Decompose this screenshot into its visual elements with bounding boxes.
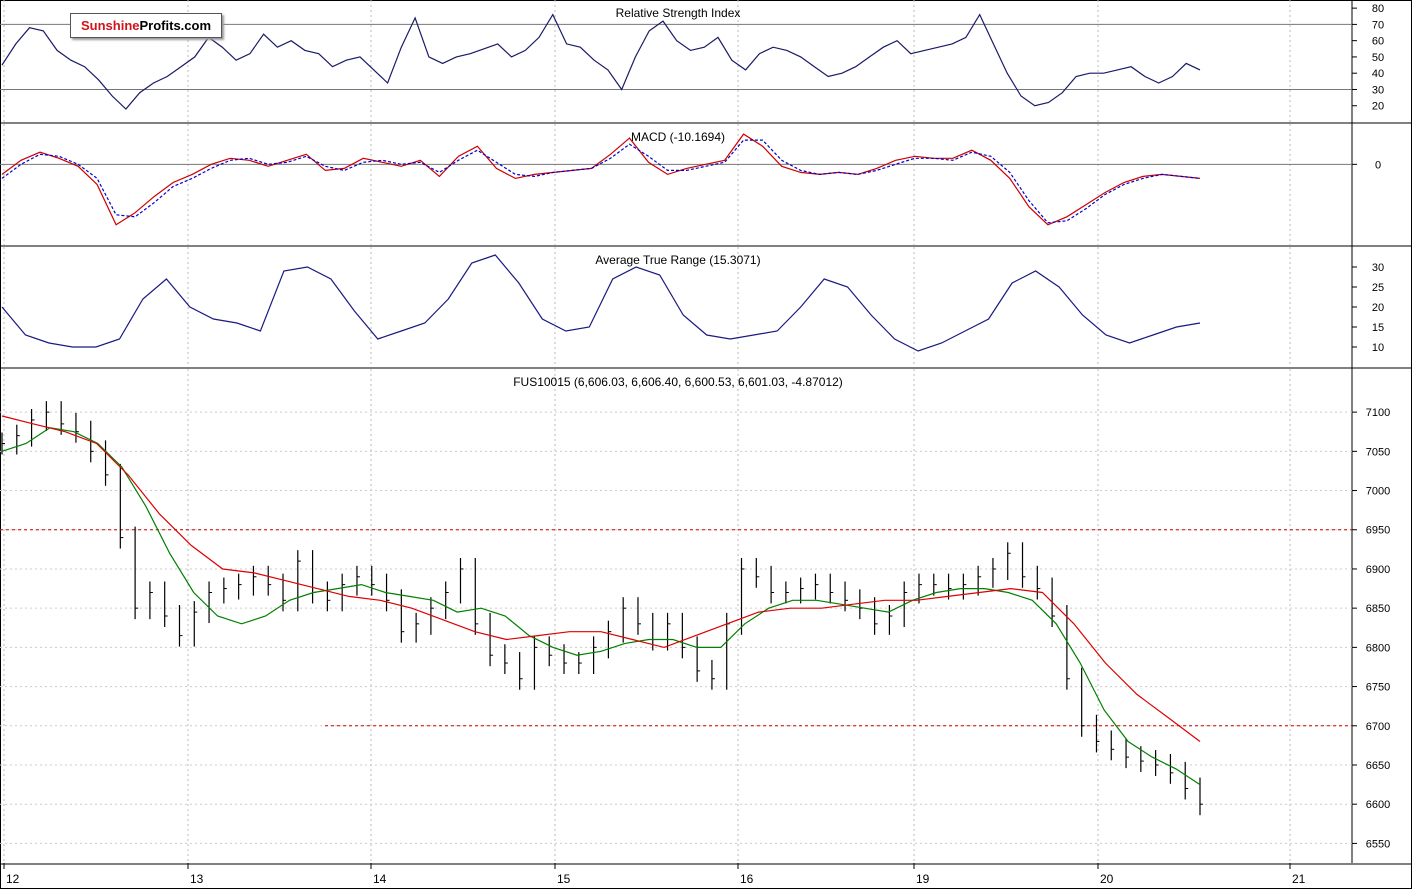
y-tick-label: 30 [1372,262,1384,274]
sma_long-line [1,415,1201,742]
sma_short-line [1,427,1201,786]
y-tick-label: 25 [1372,282,1384,294]
x-tick-label: 14 [373,872,387,886]
y-tick-label: 7050 [1366,446,1390,458]
x-tick-label: 15 [557,872,571,886]
y-tick-label: 6700 [1366,721,1390,733]
logo-text-sunshine: Sunshine [80,18,140,33]
y-tick-label: 70 [1372,19,1384,31]
panel-title: MACD (-10.1694) [631,130,725,144]
y-tick-label: 60 [1372,36,1384,48]
y-tick-label: 6550 [1366,838,1390,850]
y-tick-label: 6900 [1366,564,1390,576]
series-line-0 [1,254,1201,352]
chart: 80 70 60 50 40 30 20 Relative Strength Index 0 MA… [0,0,1412,889]
panel-title: Average True Range (15.3071) [595,253,760,267]
x-tick-label: 19 [916,872,930,886]
y-tick-label: 7000 [1366,486,1390,498]
x-tick-label: 16 [740,872,754,886]
series-line-0 [1,133,1201,226]
y-tick-label: 40 [1372,68,1384,80]
panel-3: 7100 7050 7000 6950 6900 6850 6800 6750 6700 6650… [0,369,1412,886]
y-tick-label: 80 [1372,3,1384,15]
y-tick-label: 30 [1372,84,1384,96]
panel-title: FUS10015 (6,606.03, 6,606.40, 6,600.53, … [513,375,843,389]
y-tick-label: 20 [1372,302,1384,314]
y-tick-label: 50 [1372,52,1384,64]
panel-2: 30 25 20 15 10 Average True Range (15.3071) [0,247,1412,369]
y-tick-label: 6600 [1366,799,1390,811]
y-tick-label: 7100 [1366,407,1390,419]
y-tick-label: 6850 [1366,603,1390,615]
y-tick-label: 6750 [1366,682,1390,694]
panel-title: Relative Strength Index [616,6,741,20]
y-tick-label: 6950 [1366,525,1390,537]
y-tick-label: 15 [1372,322,1384,334]
y-tick-label: 6650 [1366,760,1390,772]
x-tick-label: 13 [190,872,204,886]
series-line-1 [1,139,1201,224]
y-tick-label: 20 [1372,101,1384,113]
x-tick-label: 21 [1292,872,1306,886]
panel-1: 0 MACD (-10.1694) [0,124,1412,247]
x-tick-label: 20 [1100,872,1114,886]
y-tick-label: 10 [1372,342,1384,354]
x-tick-label: 12 [6,872,20,886]
logo-text-profits: Profits.com [139,18,212,33]
y-tick-label: 0 [1375,159,1381,171]
y-tick-label: 6800 [1366,642,1390,654]
sunshine-profits-logo[interactable]: Sunshine Profits.com [70,13,222,38]
